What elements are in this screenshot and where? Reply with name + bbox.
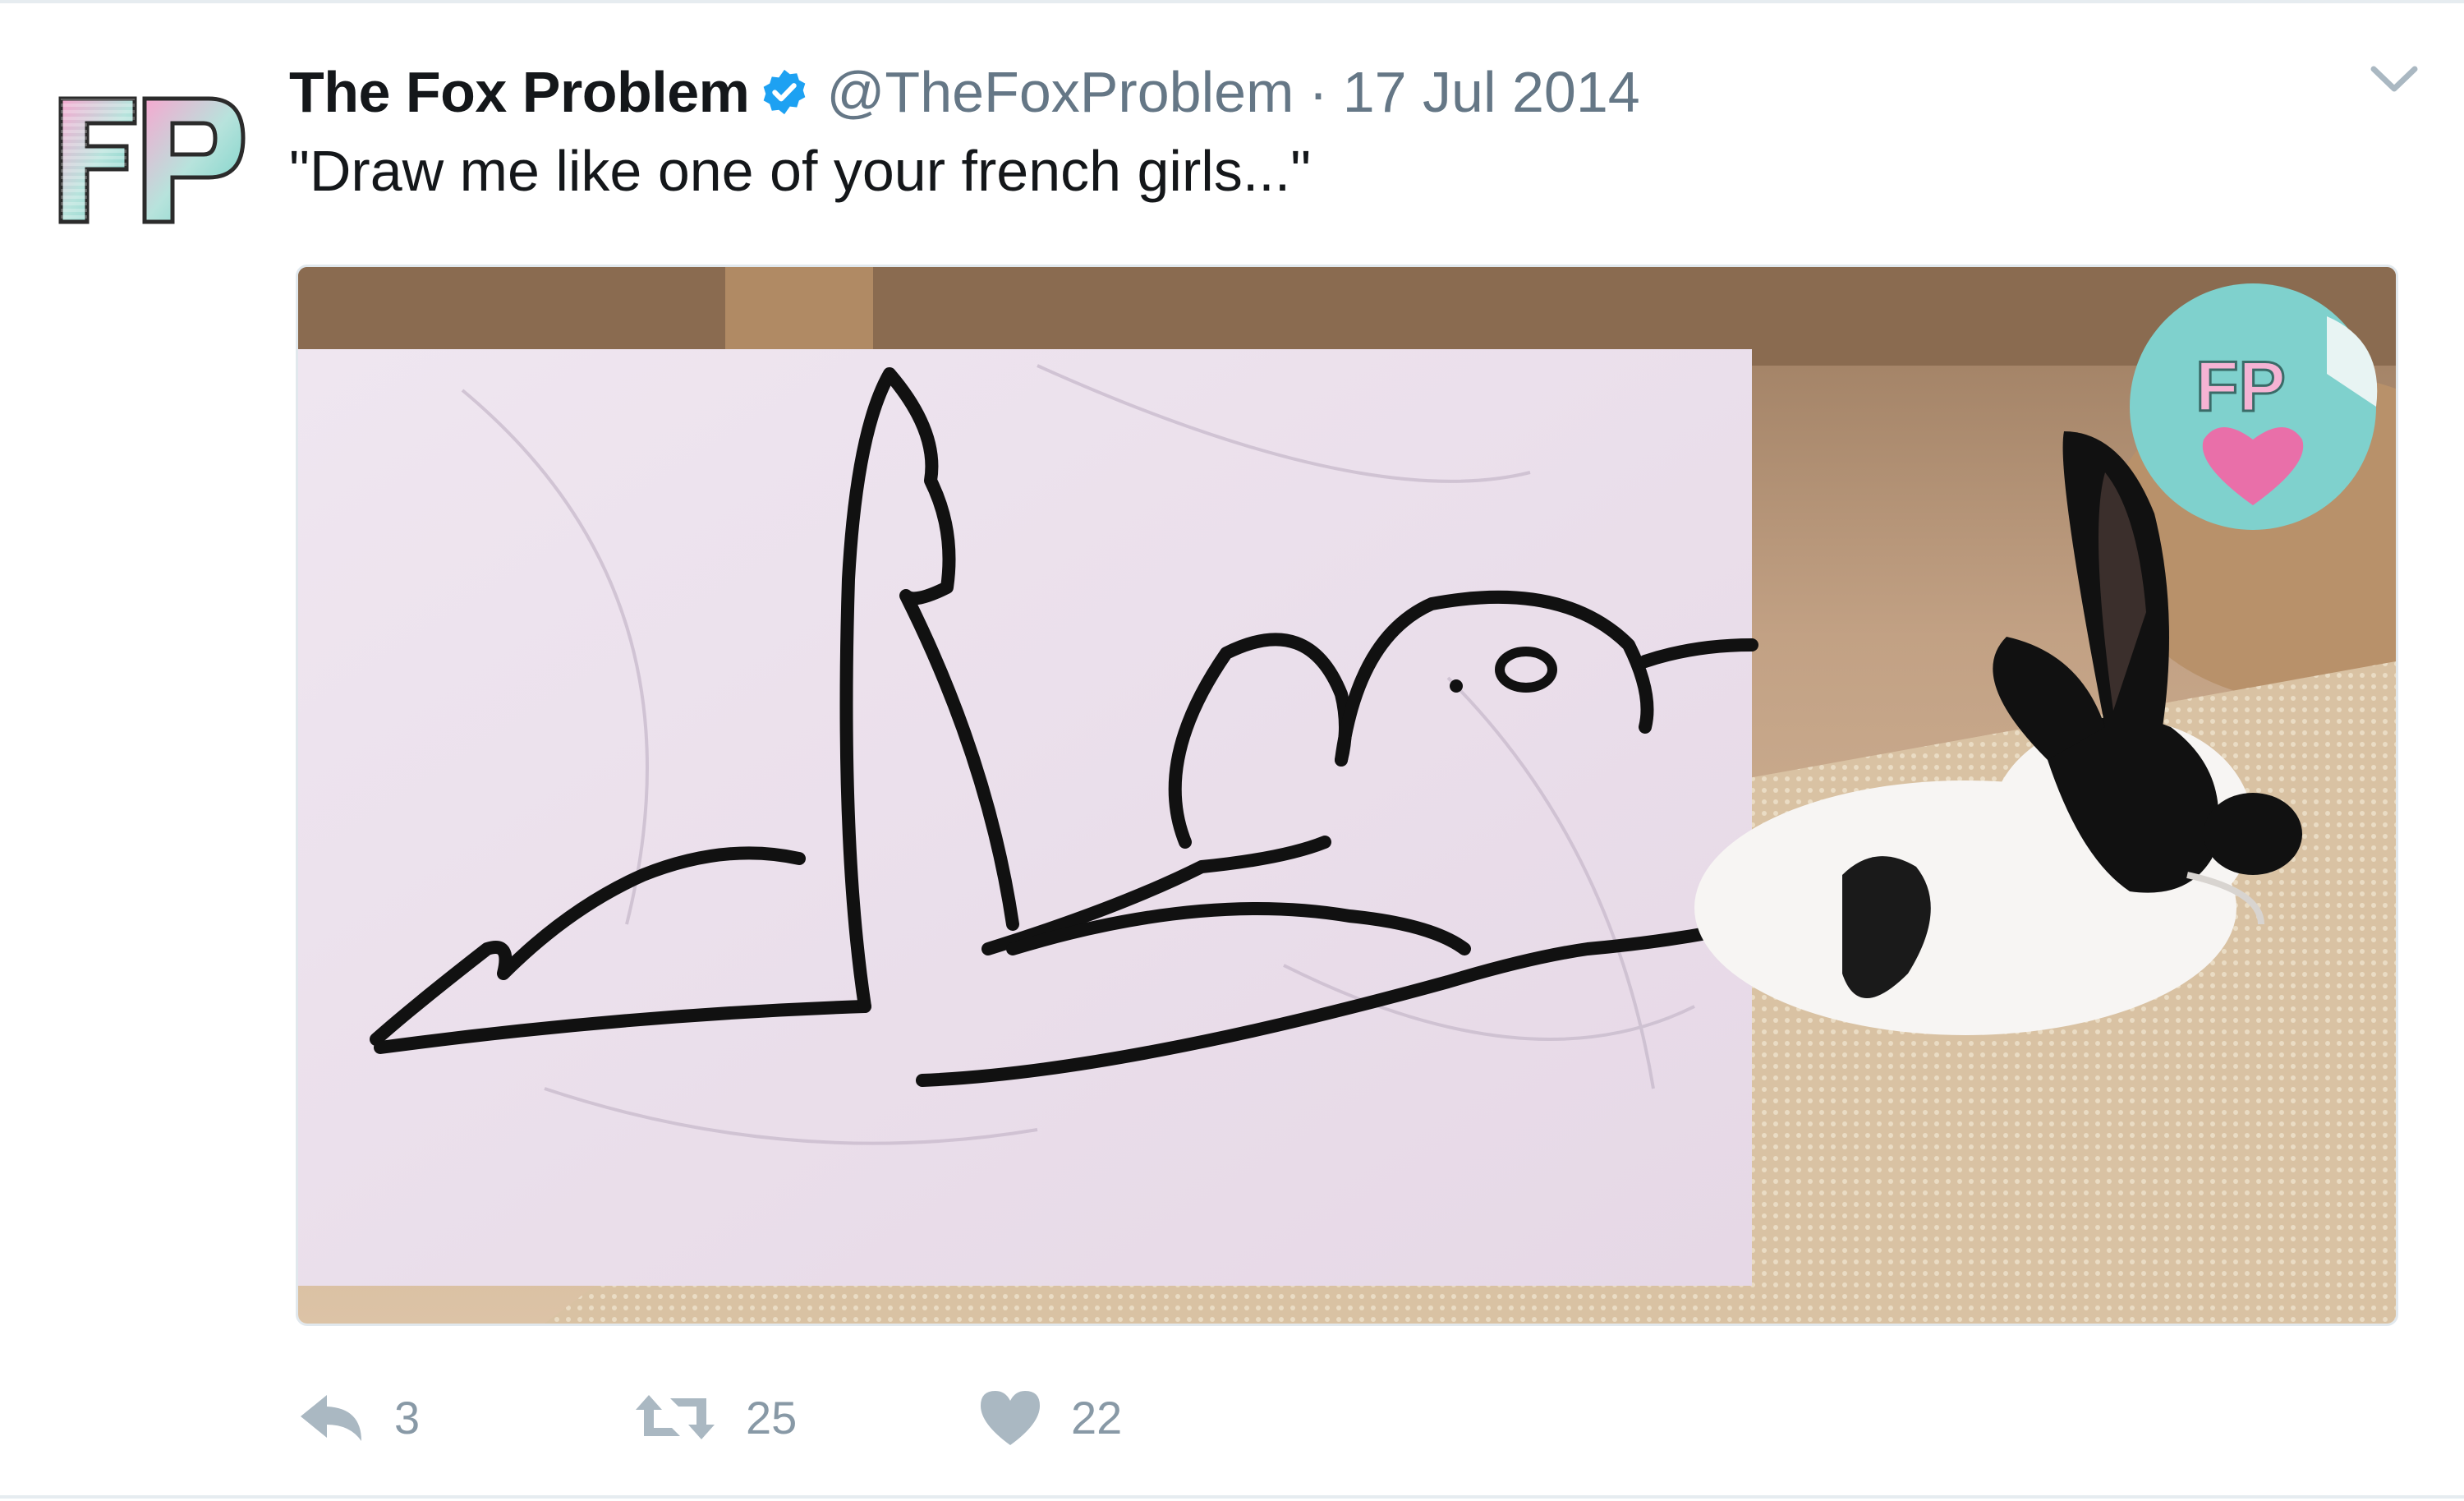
reply-count: 3 — [394, 1391, 421, 1443]
timestamp[interactable]: 17 Jul 2014 — [1343, 59, 1640, 125]
fp-logo-icon — [58, 96, 246, 224]
retweet-count: 25 — [746, 1391, 798, 1443]
reply-icon — [301, 1395, 361, 1441]
reply-button[interactable]: 3 — [296, 1380, 420, 1454]
retweet-button[interactable]: 25 — [632, 1380, 797, 1454]
verified-badge-icon — [759, 67, 810, 117]
tweet-header: The Fox Problem @TheFoxProblem · 17 Jul … — [289, 51, 1640, 133]
tweet-card[interactable]: FP The Fox Problem @TheFoxProblem · 17 J… — [0, 0, 2464, 1501]
handle[interactable]: @TheFoxProblem — [826, 59, 1294, 125]
like-count: 22 — [1071, 1391, 1123, 1443]
chevron-down-icon — [2370, 66, 2418, 92]
avatar[interactable]: FP — [53, 90, 250, 230]
heart-icon — [981, 1391, 1040, 1445]
photo-drawing-and-rabbit: FP — [298, 267, 2396, 1324]
tweet-media-image[interactable]: FP — [296, 265, 2398, 1326]
separator: · — [1308, 60, 1328, 124]
tweet-menu-button[interactable] — [2365, 59, 2423, 100]
fp-watermark-icon: FP — [2130, 283, 2378, 530]
display-name[interactable]: The Fox Problem — [289, 59, 750, 125]
retweet-icon — [636, 1395, 715, 1439]
bottom-divider — [0, 1495, 2464, 1499]
tweet-text: "Draw me like one of your french girls..… — [289, 139, 1312, 203]
watermark-text: FP — [2195, 348, 2286, 426]
top-divider — [0, 0, 2464, 3]
like-button[interactable]: 22 — [977, 1380, 1122, 1454]
